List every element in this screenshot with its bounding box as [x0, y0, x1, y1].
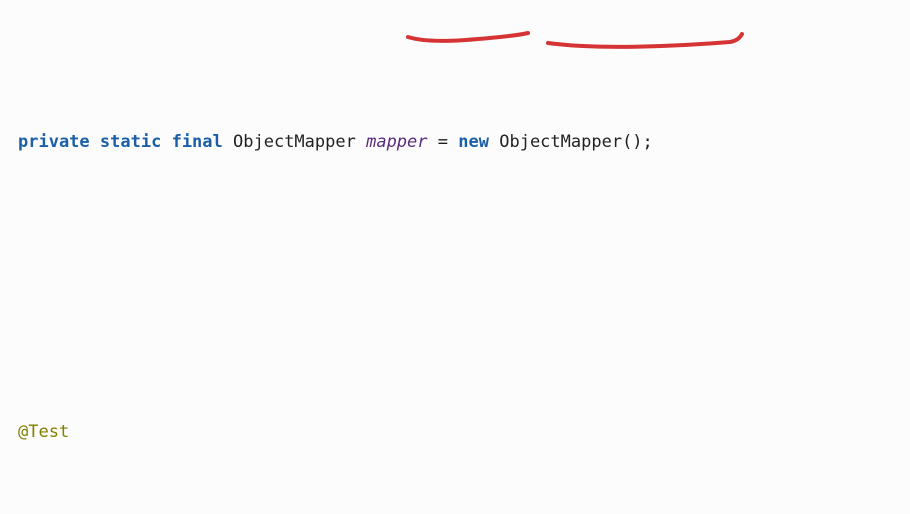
annotation: @Test [18, 422, 69, 442]
hand-annotation-underline-icon [0, 0, 910, 60]
operator: = [438, 132, 448, 152]
punct: (); [622, 132, 653, 152]
type: ObjectMapper [499, 132, 622, 152]
keyword: final [172, 132, 223, 152]
keyword: static [100, 132, 161, 152]
type: ObjectMapper [233, 132, 356, 152]
field: mapper [366, 132, 427, 152]
code-line-blank [18, 273, 892, 302]
code-line: @Test [18, 418, 892, 447]
code-editor[interactable]: private static final ObjectMapper mapper… [0, 0, 910, 514]
keyword: new [458, 132, 489, 152]
code-line: private static final ObjectMapper mapper… [18, 128, 892, 157]
keyword: private [18, 132, 90, 152]
